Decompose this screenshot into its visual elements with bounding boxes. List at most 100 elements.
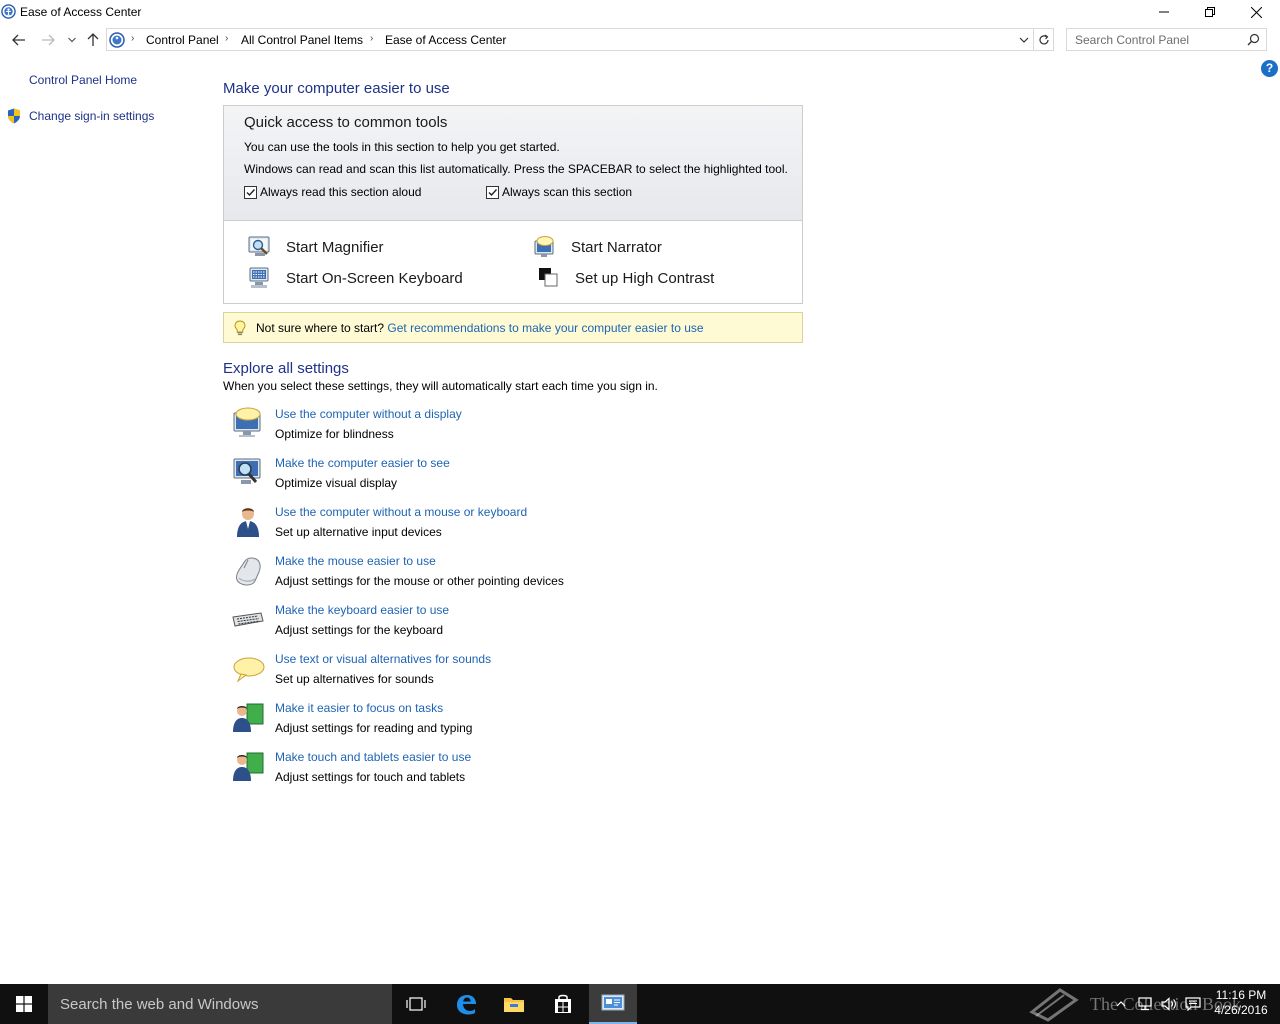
close-button[interactable] xyxy=(1233,0,1279,24)
minimize-button[interactable] xyxy=(1141,0,1187,24)
setting-description: Optimize visual display xyxy=(275,476,398,490)
network-icon xyxy=(1138,997,1152,1011)
breadcrumb-separator[interactable]: › xyxy=(225,33,228,44)
monitor-magnifier-icon xyxy=(233,458,261,484)
start-magnifier-label[interactable]: Start Magnifier xyxy=(286,239,384,256)
start-button[interactable] xyxy=(0,984,48,1024)
checkbox-box[interactable] xyxy=(244,185,257,199)
address-dropdown-icon[interactable] xyxy=(1017,33,1031,47)
tip-text: Not sure where to start? Get recommendat… xyxy=(256,321,704,335)
refresh-button[interactable] xyxy=(1034,28,1054,51)
start-narrator-label[interactable]: Start Narrator xyxy=(571,239,662,256)
up-button[interactable] xyxy=(83,30,103,50)
quick-access-line-2: Windows can read and scan this list auto… xyxy=(244,162,788,176)
restore-button[interactable] xyxy=(1187,0,1233,24)
setting-easier-to-see[interactable]: Make the computer easier to see Optimize… xyxy=(231,456,631,500)
people-icon xyxy=(233,703,264,732)
forward-arrow-icon xyxy=(42,34,55,46)
person-icon xyxy=(237,508,259,537)
volume-button[interactable] xyxy=(1158,984,1180,1024)
setting-description: Adjust settings for the mouse or other p… xyxy=(275,574,564,588)
control-panel-taskbar-button[interactable] xyxy=(589,984,637,1024)
setting-link[interactable]: Use the computer without a mouse or keyb… xyxy=(275,505,527,519)
control-panel-home-link[interactable]: Control Panel Home xyxy=(29,73,137,87)
window-title: Ease of Access Center xyxy=(20,5,142,19)
page-title: Make your computer easier to use xyxy=(223,80,450,97)
change-signin-settings-link[interactable]: Change sign-in settings xyxy=(29,109,154,123)
scan-section-checkbox[interactable]: Always scan this section xyxy=(486,185,632,199)
explore-description: When you select these settings, they wil… xyxy=(223,379,658,393)
setting-link[interactable]: Make the mouse easier to use xyxy=(275,554,436,568)
quick-access-panel: Quick access to common tools You can use… xyxy=(223,105,803,304)
minimize-icon xyxy=(1159,11,1169,13)
setting-link[interactable]: Make the keyboard easier to use xyxy=(275,603,449,617)
back-button[interactable] xyxy=(9,30,29,50)
setting-link[interactable]: Make touch and tablets easier to use xyxy=(275,750,471,764)
setting-description: Set up alternatives for sounds xyxy=(275,672,434,686)
refresh-icon xyxy=(1038,34,1049,44)
action-center-button[interactable] xyxy=(1182,984,1204,1024)
task-view-icon xyxy=(406,997,426,1011)
setting-mouse-easier[interactable]: Make the mouse easier to use Adjust sett… xyxy=(231,554,631,598)
address-bar[interactable]: › Control Panel › All Control Panel Item… xyxy=(106,28,1034,51)
show-hidden-icons-button[interactable] xyxy=(1112,984,1130,1024)
recommendation-tip-bar: Not sure where to start? Get recommendat… xyxy=(223,312,803,343)
windows-logo-icon xyxy=(16,996,32,1012)
chevron-up-icon xyxy=(1116,1001,1126,1007)
store-button[interactable] xyxy=(539,984,587,1024)
setting-link[interactable]: Make the computer easier to see xyxy=(275,456,450,470)
file-explorer-button[interactable] xyxy=(490,984,538,1024)
taskbar: Search the web and Windows The Collectio… xyxy=(0,984,1280,1024)
setting-touch-tablets[interactable]: Make touch and tablets easier to use Adj… xyxy=(231,750,631,794)
control-panel-icon xyxy=(601,994,625,1011)
setting-sound-alternatives[interactable]: Use text or visual alternatives for soun… xyxy=(231,652,631,696)
setting-without-mouse-keyboard[interactable]: Use the computer without a mouse or keyb… xyxy=(231,505,631,549)
quick-access-title: Quick access to common tools xyxy=(244,114,448,131)
mouse-icon xyxy=(236,557,261,586)
up-arrow-icon xyxy=(87,33,99,46)
quick-access-header: Quick access to common tools You can use… xyxy=(224,106,802,221)
breadcrumb-control-panel[interactable]: Control Panel xyxy=(146,33,219,47)
setting-link[interactable]: Use text or visual alternatives for soun… xyxy=(275,652,491,666)
setting-link[interactable]: Make it easier to focus on tasks xyxy=(275,701,443,715)
volume-icon xyxy=(1161,997,1176,1011)
task-view-button[interactable] xyxy=(392,984,440,1024)
checkbox-box[interactable] xyxy=(486,185,499,199)
setting-link[interactable]: Use the computer without a display xyxy=(275,407,462,421)
clock-date: 4/26/2016 xyxy=(1214,1003,1268,1017)
help-icon[interactable]: ? xyxy=(1261,60,1278,77)
read-aloud-checkbox[interactable]: Always read this section aloud xyxy=(244,185,421,199)
set-up-high-contrast-button[interactable]: Set up High Contrast xyxy=(537,267,714,289)
search-icon[interactable] xyxy=(1247,33,1260,46)
back-arrow-icon xyxy=(12,34,25,46)
forward-button[interactable] xyxy=(38,30,58,50)
taskbar-search-box[interactable]: Search the web and Windows xyxy=(48,984,392,1024)
folder-icon xyxy=(504,998,524,1012)
get-recommendations-link[interactable]: Get recommendations to make your compute… xyxy=(387,321,703,335)
search-box[interactable] xyxy=(1066,28,1267,51)
taskbar-clock[interactable]: 11:16 PM 4/26/2016 xyxy=(1206,988,1276,1018)
setting-without-display[interactable]: Use the computer without a display Optim… xyxy=(231,407,631,451)
read-aloud-label[interactable]: Always read this section aloud xyxy=(260,185,421,199)
start-magnifier-button[interactable]: Start Magnifier xyxy=(248,236,384,258)
set-up-high-contrast-label[interactable]: Set up High Contrast xyxy=(575,270,714,287)
search-input[interactable] xyxy=(1067,29,1243,50)
network-button[interactable] xyxy=(1134,984,1156,1024)
quick-access-line-1: You can use the tools in this section to… xyxy=(244,140,560,154)
setting-keyboard-easier[interactable]: Make the keyboard easier to use Adjust s… xyxy=(231,603,631,647)
scan-section-label[interactable]: Always scan this section xyxy=(502,185,632,199)
start-on-screen-keyboard-label[interactable]: Start On-Screen Keyboard xyxy=(286,270,463,287)
taskbar-search-placeholder[interactable]: Search the web and Windows xyxy=(60,996,258,1013)
start-on-screen-keyboard-button[interactable]: Start On-Screen Keyboard xyxy=(248,267,463,289)
start-narrator-button[interactable]: Start Narrator xyxy=(533,236,662,258)
breadcrumb-all-items[interactable]: All Control Panel Items xyxy=(241,33,363,47)
breadcrumb-separator[interactable]: › xyxy=(131,33,134,44)
setting-focus-on-tasks[interactable]: Make it easier to focus on tasks Adjust … xyxy=(231,701,631,745)
breadcrumb-ease-of-access[interactable]: Ease of Access Center xyxy=(385,33,506,47)
breadcrumb-separator[interactable]: › xyxy=(370,33,373,44)
store-icon xyxy=(555,994,571,1013)
setting-description: Adjust settings for touch and tablets xyxy=(275,770,466,784)
recent-locations-button[interactable] xyxy=(62,30,82,50)
edge-browser-button[interactable] xyxy=(442,984,490,1024)
setting-description: Adjust settings for the keyboard xyxy=(275,623,444,637)
